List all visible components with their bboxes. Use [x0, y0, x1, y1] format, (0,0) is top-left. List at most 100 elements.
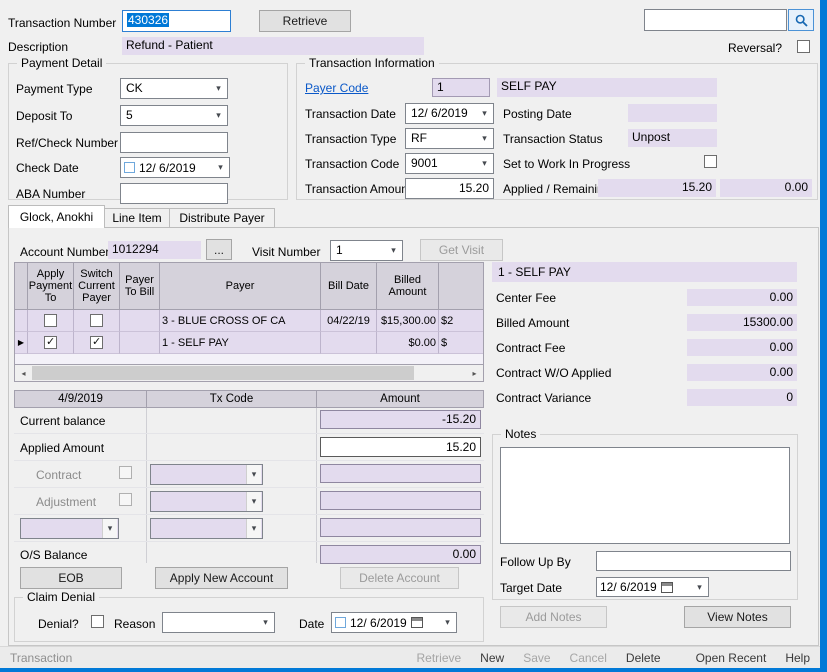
ref-check-number-input[interactable]: [120, 132, 228, 153]
deposit-to-select[interactable]: 5 ▾: [120, 105, 228, 126]
grid-column-divider: [146, 408, 147, 563]
target-date-picker[interactable]: 12/ 6/2019 ▾: [596, 577, 709, 597]
reason-label: Reason: [114, 617, 155, 631]
tab-line-item[interactable]: Line Item: [104, 208, 170, 228]
chevron-down-icon: ▾: [213, 158, 228, 177]
payer-summary-title: 1 - SELF PAY: [492, 262, 797, 282]
tab-glock-anokhi[interactable]: Glock, Anokhi: [8, 205, 105, 228]
payer-code-link[interactable]: Payer Code: [305, 81, 368, 95]
contract-checkbox[interactable]: [119, 466, 132, 479]
scroll-track[interactable]: [32, 365, 466, 381]
payer-table: Apply Payment To Switch Current Payer Pa…: [14, 262, 484, 382]
apply-payment-header[interactable]: Apply Payment To: [28, 263, 74, 310]
apply-new-account-button[interactable]: Apply New Account: [155, 567, 288, 589]
search-icon: [795, 14, 808, 27]
apply-payment-cell[interactable]: [28, 332, 74, 354]
grid-amount-header: Amount: [316, 390, 484, 408]
search-input[interactable]: [644, 9, 787, 31]
apply-payment-checkbox[interactable]: [44, 314, 57, 327]
denial-date-picker[interactable]: 12/ 6/2019 ▾: [331, 612, 457, 633]
apply-payment-cell[interactable]: [28, 310, 74, 332]
check-date-checkbox[interactable]: [124, 162, 135, 173]
transaction-amount-input[interactable]: 15.20: [405, 178, 494, 199]
transaction-number-input[interactable]: 430326: [122, 10, 231, 32]
switch-current-checkbox[interactable]: [90, 314, 103, 327]
transaction-number-value: 430326: [127, 13, 169, 27]
account-browse-button[interactable]: ...: [206, 239, 232, 260]
denial-checkbox[interactable]: [91, 615, 104, 628]
view-notes-button[interactable]: View Notes: [684, 606, 791, 628]
contract-tx-code-select[interactable]: ▾: [150, 464, 263, 485]
delete-account-button[interactable]: Delete Account: [340, 567, 459, 589]
contract-wo-label: Contract W/O Applied: [496, 366, 611, 380]
payer-header[interactable]: Payer: [160, 263, 321, 310]
payer-table-header: Apply Payment To Switch Current Payer Pa…: [15, 263, 483, 310]
notes-textarea[interactable]: [500, 447, 790, 544]
center-fee-value: 0.00: [687, 289, 797, 306]
action-save[interactable]: Save: [523, 651, 550, 665]
selected-row-icon: ▶: [18, 338, 24, 347]
switch-current-header[interactable]: Switch Current Payer: [74, 263, 120, 310]
work-in-progress-checkbox[interactable]: [704, 155, 717, 168]
table-row[interactable]: ▶ 1 - SELF PAY $0.00 $: [15, 332, 483, 354]
apply-payment-checkbox[interactable]: [44, 336, 57, 349]
scroll-thumb[interactable]: [32, 366, 414, 380]
table-row[interactable]: 3 - BLUE CROSS OF CA 04/22/19 $15,300.00…: [15, 310, 483, 332]
chevron-down-icon: ▾: [246, 492, 261, 511]
transaction-type-select[interactable]: RF ▾: [405, 128, 494, 149]
follow-up-by-input[interactable]: [596, 551, 791, 571]
search-button[interactable]: [788, 9, 814, 31]
chevron-down-icon: ▾: [258, 613, 273, 632]
action-retrieve[interactable]: Retrieve: [416, 651, 461, 665]
scroll-right-icon[interactable]: ▸: [466, 365, 483, 381]
action-open-recent[interactable]: Open Recent: [696, 651, 767, 665]
eob-button[interactable]: EOB: [20, 567, 122, 589]
check-date-value: 12/ 6/2019: [139, 161, 196, 175]
table-horizontal-scrollbar[interactable]: ◂ ▸: [15, 364, 483, 381]
retrieve-button[interactable]: Retrieve: [259, 10, 351, 32]
status-bar: Transaction Retrieve New Save Cancel Del…: [0, 646, 820, 668]
transaction-type-label: Transaction Type: [305, 132, 396, 146]
chevron-down-icon: ▾: [211, 106, 226, 125]
bill-date-header[interactable]: Bill Date: [321, 263, 377, 310]
work-in-progress-label: Set to Work In Progress: [503, 157, 630, 171]
notes-title: Notes: [501, 427, 540, 441]
posting-date-label: Posting Date: [503, 107, 572, 121]
action-new[interactable]: New: [480, 651, 504, 665]
extra-tx-code-select[interactable]: ▾: [150, 518, 263, 539]
check-date-picker[interactable]: 12/ 6/2019 ▾: [120, 157, 230, 178]
ref-check-number-label: Ref/Check Number: [16, 136, 118, 150]
adjustment-checkbox[interactable]: [119, 493, 132, 506]
window-border-bottom: [0, 668, 827, 672]
get-visit-button[interactable]: Get Visit: [420, 239, 503, 261]
action-cancel[interactable]: Cancel: [570, 651, 607, 665]
applied-amount-input[interactable]: 15.20: [320, 437, 481, 457]
clipped-cell: $2: [439, 310, 483, 332]
adjustment-tx-code-select[interactable]: ▾: [150, 491, 263, 512]
switch-current-cell[interactable]: [74, 332, 120, 354]
extra-type-select[interactable]: ▾: [20, 518, 119, 539]
transaction-date-select[interactable]: 12/ 6/2019 ▾: [405, 103, 494, 124]
visit-number-select[interactable]: 1 ▾: [330, 240, 403, 261]
applied-remaining-label: Applied / Remaining: [503, 182, 610, 196]
posting-date-field: [628, 104, 717, 122]
transaction-info-title: Transaction Information: [305, 56, 439, 70]
action-help[interactable]: Help: [785, 651, 810, 665]
chevron-down-icon: ▾: [246, 519, 261, 538]
tab-distribute-payer[interactable]: Distribute Payer: [169, 208, 275, 228]
switch-current-cell[interactable]: [74, 310, 120, 332]
switch-current-checkbox[interactable]: [90, 336, 103, 349]
aba-number-input[interactable]: [120, 183, 228, 204]
denial-reason-select[interactable]: ▾: [162, 612, 275, 633]
transaction-number-label: Transaction Number: [8, 16, 116, 30]
reversal-checkbox[interactable]: [797, 40, 810, 53]
payment-type-select[interactable]: CK ▾: [120, 78, 228, 99]
payer-to-bill-header[interactable]: Payer To Bill: [120, 263, 160, 310]
denial-date-checkbox[interactable]: [335, 617, 346, 628]
transaction-code-select[interactable]: 9001 ▾: [405, 153, 494, 174]
action-delete[interactable]: Delete: [626, 651, 661, 665]
scroll-left-icon[interactable]: ◂: [15, 365, 32, 381]
billed-amount-header[interactable]: Billed Amount: [377, 263, 439, 310]
denial-date-label: Date: [299, 617, 324, 631]
add-notes-button[interactable]: Add Notes: [500, 606, 607, 628]
